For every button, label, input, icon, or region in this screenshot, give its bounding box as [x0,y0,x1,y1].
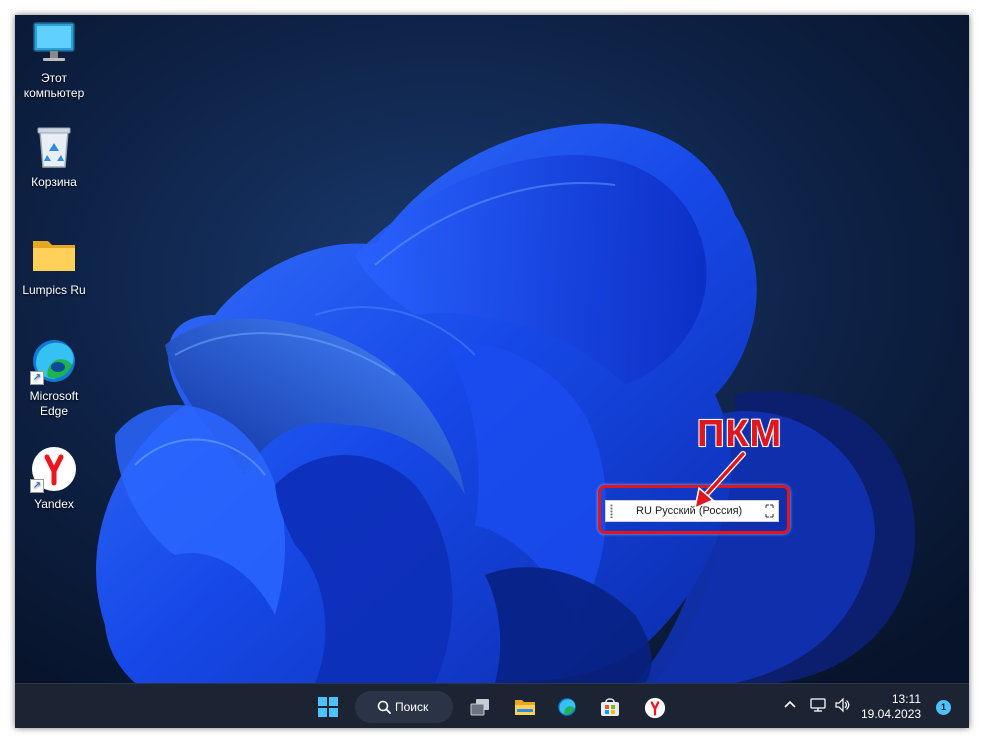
clock-date: 19.04.2023 [861,707,922,721]
store-icon [601,698,619,716]
start-icon [318,697,338,717]
task-view-icon [470,699,489,716]
taskbar-search-button[interactable]: Поиск [355,691,453,723]
desktop-icon-label: Yandex [34,497,74,511]
monitor-icon [30,19,78,67]
speaker-icon [835,697,850,713]
search-icon [377,700,391,714]
folder-icon [30,231,78,279]
volume-button[interactable] [831,690,853,724]
shortcut-arrow-icon: ↗ [30,479,44,493]
yandex-icon: ↗ [30,445,78,493]
desktop-icon-label: компьютер [23,86,85,100]
edge-taskbar-button[interactable] [550,690,584,724]
desktop-icon-this-pc[interactable]: Этот компьютер [15,19,94,101]
desktop-icon-label: Этот [41,71,67,85]
desktop-icon-yandex[interactable]: ↗ Yandex [15,445,94,512]
yandex-taskbar-button[interactable] [637,690,671,724]
desktop-icon-label: Lumpics Ru [22,283,86,297]
clock-time: 13:11 [891,692,921,706]
taskbar: Поиск 13:11 19.04.2023 1 [15,683,969,728]
chevron-up-icon [784,700,796,708]
annotation-arrow-icon [693,451,746,510]
store-button[interactable] [593,690,627,724]
network-button[interactable] [807,690,829,724]
shortcut-arrow-icon: ↗ [30,371,44,385]
yandex-icon [644,697,666,719]
show-hidden-icons-button[interactable] [775,690,809,724]
desktop-icon-label: Edge [39,404,69,418]
desktop-icon-label: Корзина [31,175,77,189]
edge-icon [558,698,576,716]
desktop-icon-recycle-bin[interactable]: Корзина [15,123,94,190]
start-button[interactable] [311,690,345,724]
edge-icon: ↗ [30,337,78,385]
recycle-bin-icon [30,123,78,171]
file-explorer-icon [515,700,535,715]
notification-badge[interactable]: 1 [936,700,951,715]
wallpaper-bloom [15,15,969,683]
desktop-icon-lumpics-folder[interactable]: Lumpics Ru [15,231,94,298]
task-view-button[interactable] [463,690,497,724]
file-explorer-button[interactable] [507,690,541,724]
network-icon [810,698,826,712]
search-label: Поиск [395,700,429,714]
desktop-screen: Этот компьютер Корзина Lumpics Ru ↗ Micr… [15,15,969,728]
desktop-icon-label: Microsoft [29,389,79,403]
desktop-icon-microsoft-edge[interactable]: ↗ Microsoft Edge [15,337,94,419]
clock[interactable]: 13:11 19.04.2023 [861,692,921,722]
